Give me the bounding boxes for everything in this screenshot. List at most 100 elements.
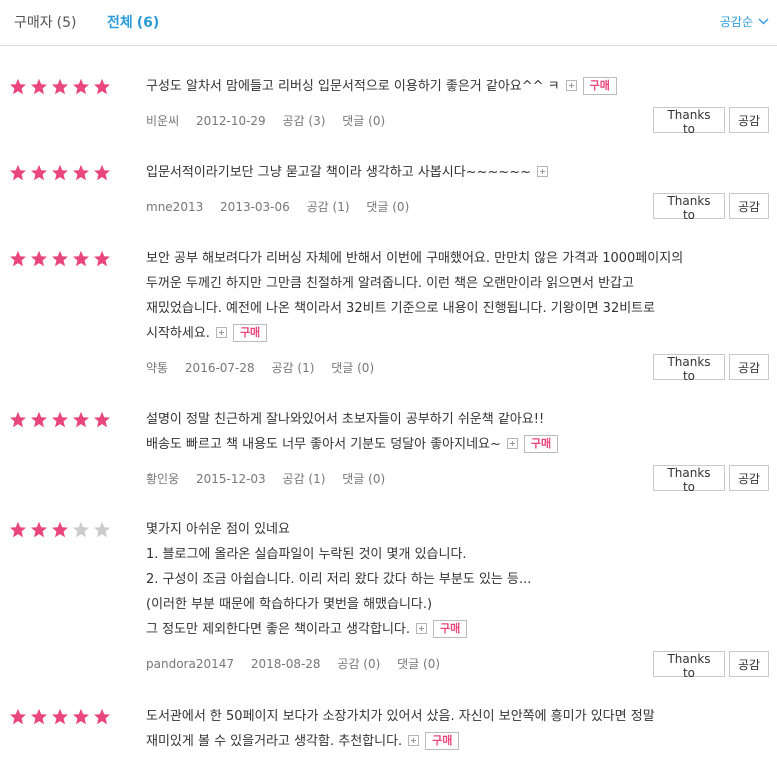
review-date: 2015-12-03 <box>195 472 266 486</box>
review-text-line: 재밌었습니다. 예전에 나온 책이라서 32비트 기준으로 내용이 진행됩니다.… <box>146 301 656 316</box>
review-likes[interactable]: 공감 (3) <box>283 114 326 128</box>
star-filled-icon <box>31 250 47 267</box>
review-comments[interactable]: 댓글 (0) <box>397 657 440 671</box>
review-likes[interactable]: 공감 (0) <box>337 657 380 671</box>
star-filled-icon <box>94 164 110 181</box>
like-button[interactable]: 공감 <box>729 651 769 677</box>
buy-badge: 구매 <box>523 435 559 453</box>
star-rating <box>9 521 111 538</box>
review-text: 구성도 알차서 맘에들고 리버싱 입문서적으로 이용하기 좋은거 같아요^^ ㅋ… <box>146 74 766 99</box>
star-filled-icon <box>10 250 26 267</box>
review-text-line: 입문서적이라기보단 그냥 묻고갈 책이라 생각하고 사봅시다~~~~~~ <box>146 165 532 180</box>
star-filled-icon <box>52 411 68 428</box>
review-text-line: 몇가지 아쉬운 점이 있네요 <box>146 522 290 537</box>
star-empty-icon <box>94 521 110 538</box>
review-date: 2013-03-06 <box>220 200 290 214</box>
review-date: 2012-10-29 <box>195 114 266 128</box>
tab-buyer-count: (5) <box>56 15 77 31</box>
star-filled-icon <box>31 411 47 428</box>
star-rating <box>9 164 111 181</box>
review-actions: Thanks to 공감 <box>653 354 769 383</box>
tab-buyer-label: 구매자 <box>14 15 53 31</box>
expand-plus-icon[interactable] <box>537 166 549 177</box>
review-meta: 약통 2016-07-28 공감 (1) 댓글 (0) <box>146 359 387 376</box>
thanks-to-button[interactable]: Thanks to <box>653 465 725 494</box>
tab-all-label: 전체 <box>107 15 133 31</box>
tab-all[interactable]: 전체 (6) <box>107 12 159 32</box>
review-author: 황인웅 <box>146 472 180 486</box>
star-filled-icon <box>94 411 110 428</box>
star-filled-icon <box>94 708 110 725</box>
star-rating <box>9 411 111 428</box>
expand-plus-icon[interactable] <box>565 80 577 91</box>
tab-all-count: (6) <box>136 15 160 31</box>
review-author: mne2013 <box>146 200 204 214</box>
review-likes[interactable]: 공감 (1) <box>307 200 350 214</box>
review-author: 약통 <box>146 361 169 375</box>
star-filled-icon <box>73 250 89 267</box>
star-filled-icon <box>52 164 68 181</box>
thanks-to-button[interactable]: Thanks to <box>653 107 725 136</box>
review-likes[interactable]: 공감 (1) <box>283 472 326 486</box>
expand-plus-icon[interactable] <box>416 623 427 634</box>
sort-dropdown[interactable]: 공감순 <box>720 13 769 30</box>
thanks-to-button[interactable]: Thanks to <box>653 354 725 383</box>
thanks-to-button[interactable]: Thanks to <box>653 651 725 680</box>
review-comments[interactable]: 댓글 (0) <box>331 361 374 375</box>
star-filled-icon <box>10 521 26 538</box>
expand-plus-icon[interactable] <box>506 438 518 449</box>
review-comments[interactable]: 댓글 (0) <box>342 472 385 486</box>
buy-badge: 구매 <box>425 732 460 750</box>
review-text-line: 보안 공부 해보려다가 리버싱 자체에 반해서 이번에 구매했어요. 만만치 않… <box>146 251 684 266</box>
review-meta: pandora20147 2018-08-28 공감 (0) 댓글 (0) <box>146 655 453 672</box>
star-filled-icon <box>10 411 26 428</box>
expand-plus-icon[interactable] <box>408 735 420 746</box>
review-date: 2018-08-28 <box>250 657 321 671</box>
like-button[interactable]: 공감 <box>729 193 769 219</box>
review-text-line: 두꺼운 두께긴 하지만 그만큼 친절하게 알려줍니다. 이런 책은 오랜만이라 … <box>146 276 634 291</box>
review-meta: 황인웅 2015-12-03 공감 (1) 댓글 (0) <box>146 470 398 487</box>
tab-buyer[interactable]: 구매자 (5) <box>14 12 76 32</box>
review-actions: Thanks to 공감 <box>653 107 769 136</box>
star-filled-icon <box>94 250 110 267</box>
like-button[interactable]: 공감 <box>729 354 769 380</box>
review-meta: 비운씨 2012-10-29 공감 (3) 댓글 (0) <box>146 112 398 129</box>
review-text: 몇가지 아쉬운 점이 있네요 1. 블로그에 올라온 실습파일이 누락된 것이 … <box>146 517 766 642</box>
review-author: pandora20147 <box>146 657 234 671</box>
like-button[interactable]: 공감 <box>729 107 769 133</box>
review-text-line: (이러한 부분 때문에 학습하다가 몇번을 해맸습니다.) <box>146 597 433 612</box>
review-text-line: 시작하세요. <box>146 326 210 341</box>
thanks-to-button[interactable]: Thanks to <box>653 193 725 222</box>
star-filled-icon <box>73 164 89 181</box>
buy-badge: 구매 <box>232 324 268 342</box>
review-text: 보안 공부 해보려다가 리버싱 자체에 반해서 이번에 구매했어요. 만만치 않… <box>146 246 766 346</box>
star-filled-icon <box>31 164 47 181</box>
star-filled-icon <box>10 78 26 95</box>
review-text-line: 배송도 빠르고 책 내용도 너무 좋아서 기분도 덩달아 좋아지네요~ <box>146 437 501 452</box>
review-text: 입문서적이라기보단 그냥 묻고갈 책이라 생각하고 사봅시다~~~~~~ <box>146 160 766 185</box>
expand-plus-icon[interactable] <box>215 327 227 338</box>
review-comments[interactable]: 댓글 (0) <box>366 200 409 214</box>
review-comments[interactable]: 댓글 (0) <box>342 114 385 128</box>
star-filled-icon <box>52 521 68 538</box>
review-likes[interactable]: 공감 (1) <box>272 361 315 375</box>
star-filled-icon <box>31 708 47 725</box>
buy-badge: 구매 <box>582 77 617 95</box>
star-filled-icon <box>73 708 89 725</box>
review-text: 도서관에서 한 50페이지 보다가 소장가치가 있어서 샀음. 자신이 보안쪽에… <box>146 704 766 754</box>
review-text-line: 도서관에서 한 50페이지 보다가 소장가치가 있어서 샀음. 자신이 보안쪽에… <box>146 709 655 724</box>
sort-label: 공감순 <box>719 15 753 29</box>
star-filled-icon <box>31 78 47 95</box>
like-button[interactable]: 공감 <box>729 465 769 491</box>
star-filled-icon <box>73 78 89 95</box>
star-rating <box>9 708 111 725</box>
review-text-line: 1. 블로그에 올라온 실습파일이 누락된 것이 몇개 있습니다. <box>146 547 467 562</box>
review-date: 2016-07-28 <box>184 361 255 375</box>
review-text-line: 2. 구성이 조금 아쉽습니다. 이리 저리 왔다 갔다 하는 부분도 있는 등… <box>146 572 532 587</box>
review-text: 설명이 정말 친근하게 잘나와있어서 초보자들이 공부하기 쉬운책 같아요!! … <box>146 407 766 457</box>
star-filled-icon <box>73 411 89 428</box>
star-filled-icon <box>52 78 68 95</box>
review-text-line: 그 정도만 제외한다면 좋은 책이라고 생각합니다. <box>146 622 410 637</box>
star-filled-icon <box>52 708 68 725</box>
chevron-down-icon <box>758 18 769 25</box>
